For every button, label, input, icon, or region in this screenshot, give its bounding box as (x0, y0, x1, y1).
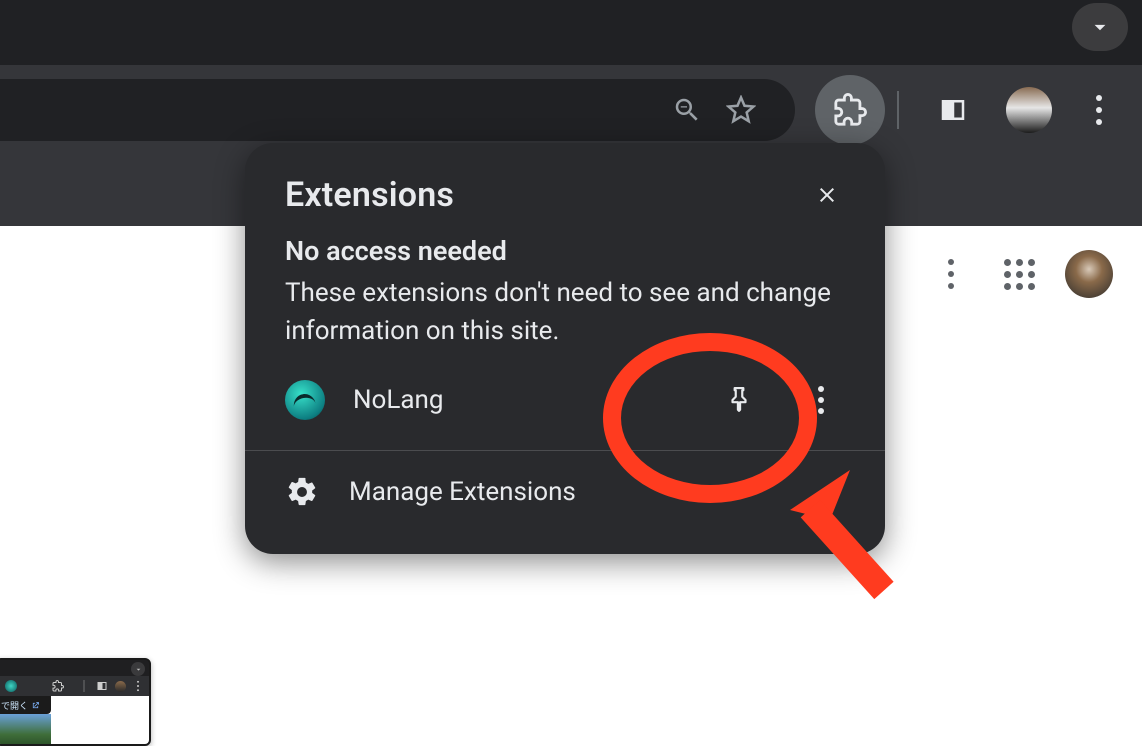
tab-strip-area (0, 0, 1142, 65)
address-bar[interactable]: u (0, 79, 795, 141)
page-more-button[interactable] (927, 250, 975, 298)
kebab-icon (817, 385, 825, 415)
bookmark-button[interactable] (717, 86, 765, 134)
thumb-divider (77, 679, 91, 693)
extension-more-button[interactable] (797, 376, 845, 424)
extensions-button[interactable] (815, 75, 885, 145)
chrome-menu-button[interactable] (1076, 87, 1122, 133)
close-button[interactable] (805, 173, 849, 217)
popup-title: Extensions (285, 175, 454, 215)
section-description: These extensions don't need to see and c… (285, 275, 845, 350)
side-panel-icon (938, 95, 968, 125)
manage-extensions-label: Manage Extensions (349, 477, 576, 507)
thumb-preview-image (0, 714, 51, 746)
thumb-panel-icon (95, 679, 109, 693)
kebab-icon (948, 259, 954, 289)
thumb-kebab-icon (131, 679, 145, 693)
toolbar-divider (897, 91, 899, 129)
thumb-avatar-icon (113, 679, 127, 693)
apps-grid-icon (1004, 259, 1035, 290)
star-icon (726, 95, 756, 125)
zoom-out-button[interactable] (663, 86, 711, 134)
pin-icon (726, 387, 752, 413)
google-apps-button[interactable] (995, 250, 1043, 298)
puzzle-icon (833, 93, 867, 127)
profile-button[interactable] (1006, 87, 1052, 133)
thumb-chevron (131, 662, 145, 676)
window-thumbnail[interactable]: で開く (0, 658, 151, 746)
account-avatar-button[interactable] (1065, 250, 1113, 298)
thumb-toolbar (0, 676, 149, 696)
tab-search-button[interactable] (1072, 3, 1128, 51)
thumb-open-with-tab: で開く (0, 696, 51, 714)
side-panel-button[interactable] (930, 87, 976, 133)
external-link-icon (31, 701, 40, 710)
thumb-content: で開く (0, 696, 149, 746)
extension-row[interactable]: NoLang (285, 372, 845, 428)
section-heading: No access needed (285, 235, 845, 267)
extension-name: NoLang (353, 385, 715, 415)
gear-icon (285, 475, 319, 509)
kebab-icon (1096, 95, 1102, 125)
thumb-ext-icon (51, 679, 65, 693)
nolang-logo-icon (285, 380, 325, 420)
avatar-icon (1006, 87, 1052, 133)
extensions-popup: Extensions No access needed These extens… (245, 143, 885, 554)
pin-extension-button[interactable] (715, 376, 763, 424)
toolbar: u (0, 65, 1142, 145)
thumb-ext-logo-icon (5, 680, 17, 692)
avatar-icon (1065, 250, 1113, 298)
zoom-out-icon (672, 95, 702, 125)
thumb-tabstrip (0, 660, 149, 676)
manage-extensions-link[interactable]: Manage Extensions (245, 451, 885, 509)
chevron-down-icon (1087, 14, 1113, 40)
close-icon (815, 183, 839, 207)
